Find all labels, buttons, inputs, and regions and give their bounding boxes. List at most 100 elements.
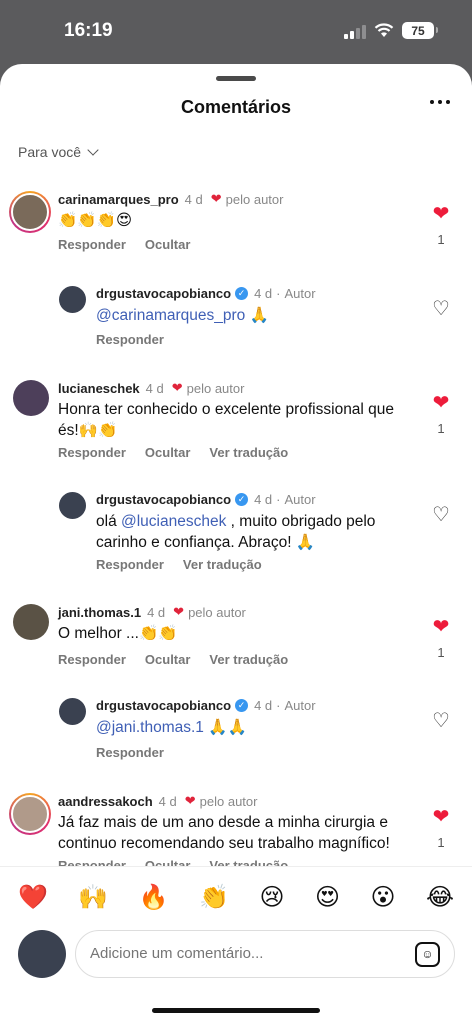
- reply-button[interactable]: Responder: [58, 652, 126, 667]
- emoji-clap-button[interactable]: 👏: [199, 883, 229, 912]
- emoji-heart-eyes-button[interactable]: 😍: [315, 883, 340, 912]
- mention-link[interactable]: @jani.thomas.1: [96, 719, 204, 736]
- avatar[interactable]: [59, 492, 86, 519]
- emoji-heart-button[interactable]: ❤️: [18, 883, 48, 912]
- liked-by-author-label: pelo autor: [199, 793, 258, 809]
- comment-actions: Responder Ocultar: [58, 237, 190, 252]
- emoji-surprised-button[interactable]: 😮: [370, 883, 395, 912]
- heart-icon: ❤: [210, 191, 222, 206]
- username[interactable]: jani.thomas.1: [58, 605, 141, 620]
- reply-button[interactable]: Responder: [96, 332, 164, 347]
- heart-icon: ❤: [171, 380, 183, 395]
- verified-badge-icon: ✓: [235, 493, 249, 506]
- username[interactable]: carinamarques_pro: [58, 192, 179, 207]
- sort-filter-dropdown[interactable]: Para você: [18, 144, 99, 160]
- username[interactable]: aandressakoch: [58, 794, 153, 809]
- heart-icon: ❤: [184, 793, 196, 808]
- heart-filled-icon: ❤: [432, 806, 450, 828]
- status-bar: 16:19 75: [0, 0, 472, 64]
- sheet-grabber[interactable]: [216, 76, 256, 81]
- chevron-down-icon: [87, 144, 99, 156]
- avatar[interactable]: [13, 604, 49, 640]
- like-button[interactable]: ❤ 1: [429, 204, 453, 247]
- like-button[interactable]: ❤ 1: [429, 393, 453, 436]
- reply-button[interactable]: Responder: [58, 237, 126, 252]
- like-count: 1: [437, 232, 445, 247]
- avatar[interactable]: [13, 380, 49, 416]
- username[interactable]: drgustavocapobianco: [96, 698, 231, 713]
- comment-actions: Responder Ocultar Ver tradução: [58, 445, 288, 460]
- translate-button[interactable]: Ver tradução: [209, 652, 288, 667]
- comment-text: Já faz mais de um ano desde a minha ciru…: [58, 814, 390, 852]
- comment-time: 4 d: [158, 793, 177, 809]
- comment-text: olá @lucianeschek , muito obrigado pelo …: [96, 513, 376, 551]
- heart-outline-icon: ♡: [432, 298, 450, 320]
- comments-sheet: Comentários Para você carinamarques_pro …: [0, 64, 472, 1024]
- comment-meta: drgustavocapobianco ✓ 4 d · Autor: [96, 286, 316, 301]
- comment-meta: drgustavocapobianco ✓ 4 d · Autor: [96, 698, 316, 713]
- comment-time: 4 d: [145, 380, 164, 396]
- like-button[interactable]: ♡: [429, 711, 453, 731]
- home-indicator[interactable]: [152, 1008, 320, 1013]
- like-count: 1: [437, 645, 445, 660]
- author-label: Autor: [284, 286, 316, 301]
- mention-link[interactable]: @carinamarques_pro: [96, 307, 245, 324]
- sticker-icon[interactable]: ☺: [415, 942, 440, 967]
- comment-input-box[interactable]: ☺: [75, 930, 455, 978]
- heart-filled-icon: ❤: [432, 616, 450, 638]
- like-count: 1: [437, 421, 445, 436]
- more-options-button[interactable]: [430, 100, 450, 104]
- comment-time: 4 d: [254, 698, 273, 713]
- hide-button[interactable]: Ocultar: [145, 445, 191, 460]
- username[interactable]: drgustavocapobianco: [96, 286, 231, 301]
- like-button[interactable]: ♡: [429, 505, 453, 525]
- hide-button[interactable]: Ocultar: [145, 652, 191, 667]
- author-label: Autor: [284, 698, 316, 713]
- comment-meta: aandressakoch 4 d ❤ pelo autor: [58, 793, 257, 809]
- translate-button[interactable]: Ver tradução: [183, 557, 262, 572]
- liked-by-author-label: pelo autor: [225, 191, 284, 207]
- avatar[interactable]: [59, 698, 86, 725]
- like-button[interactable]: ❤ 1: [429, 617, 453, 660]
- hide-button[interactable]: Ocultar: [145, 237, 191, 252]
- reply-button[interactable]: Responder: [96, 557, 164, 572]
- heart-outline-icon: ♡: [432, 504, 450, 526]
- username[interactable]: drgustavocapobianco: [96, 492, 231, 507]
- status-time: 16:19: [64, 20, 113, 41]
- my-avatar[interactable]: [18, 930, 66, 978]
- username[interactable]: lucianeschek: [58, 381, 140, 396]
- like-button[interactable]: ❤ 1: [429, 807, 453, 850]
- reply-button[interactable]: Responder: [96, 745, 164, 760]
- emoji-fire-button[interactable]: 🔥: [139, 883, 169, 912]
- comment-actions: Responder Ocultar Ver tradução: [58, 652, 288, 667]
- emoji-raised-hands-button[interactable]: 🙌: [78, 883, 108, 912]
- liked-by-author-label: pelo autor: [188, 604, 246, 620]
- comment-meta: jani.thomas.1 4 d ❤ pelo autor: [58, 604, 246, 620]
- avatar[interactable]: [9, 191, 51, 233]
- comment-actions: Responder: [96, 332, 164, 347]
- reply-button[interactable]: Responder: [58, 445, 126, 460]
- emoji-laughing-button[interactable]: 😂: [426, 883, 454, 912]
- cellular-signal-icon: [344, 23, 366, 39]
- heart-icon: ❤: [173, 604, 185, 619]
- comment-text: O melhor ...👏👏: [58, 625, 178, 642]
- avatar[interactable]: [59, 286, 86, 313]
- heart-filled-icon: ❤: [432, 392, 450, 414]
- comment-meta: drgustavocapobianco ✓ 4 d · Autor: [96, 492, 316, 507]
- comment-meta: lucianeschek 4 d ❤ pelo autor: [58, 380, 244, 396]
- battery-icon: 75: [402, 22, 438, 39]
- emoji-crying-button[interactable]: 😢: [259, 883, 284, 912]
- page-title: Comentários: [180, 97, 292, 117]
- verified-badge-icon: ✓: [235, 287, 249, 300]
- comment-text: Honra ter conhecido o excelente profissi…: [58, 401, 395, 439]
- like-button[interactable]: ♡: [429, 299, 453, 319]
- like-count: 1: [437, 835, 445, 850]
- comment-meta: carinamarques_pro 4 d ❤ pelo autor: [58, 191, 283, 207]
- mention-link[interactable]: @lucianeschek: [121, 513, 226, 530]
- comment-input[interactable]: [90, 945, 390, 962]
- translate-button[interactable]: Ver tradução: [209, 445, 288, 460]
- filter-label: Para você: [18, 144, 82, 160]
- avatar[interactable]: [9, 793, 51, 835]
- author-label: Autor: [284, 492, 316, 507]
- comment-time: 4 d: [254, 492, 273, 507]
